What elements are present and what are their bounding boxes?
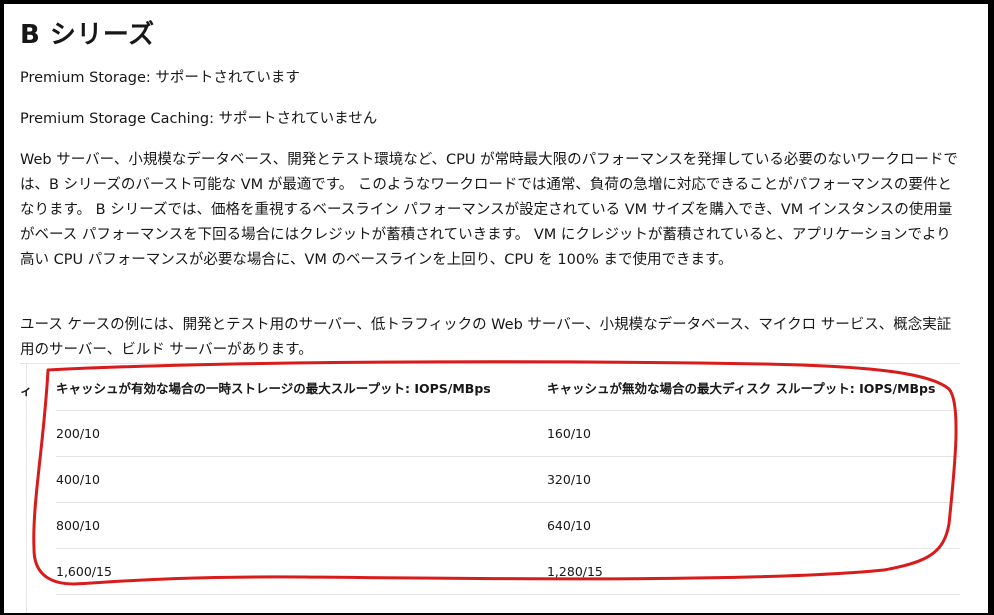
table-left-cut-column: ィ [20,364,32,613]
table-row: 400/10 320/10 [56,456,960,503]
header-uncached-throughput: キャッシュが無効な場合の最大ディスク スループット: IOPS/MBps [546,364,960,411]
table-row: 200/10 160/10 [56,410,960,457]
table-cell: 320/10 [546,456,960,503]
vm-size-table: キャッシュが有効な場合の一時ストレージの最大スループット: IOPS/MBps … [56,364,960,595]
table-header-row: キャッシュが有効な場合の一時ストレージの最大スループット: IOPS/MBps … [56,364,960,411]
table-row: 1,600/15 1,280/15 [56,548,960,595]
table-cell: 800/10 [56,502,547,549]
premium-storage-line: Premium Storage: サポートされています [20,70,300,86]
table-cell: 1,280/15 [546,548,960,595]
table-row: 800/10 640/10 [56,502,960,549]
series-description: Web サーバー、小規模なデータベース、開発とテスト環境など、CPU が常時最大… [20,152,958,268]
table-cell: 640/10 [546,502,960,549]
table-cell: 160/10 [546,410,960,457]
table-cell: 200/10 [56,410,547,457]
table-cell: 400/10 [56,456,547,503]
vm-size-table-container[interactable]: ィ キャッシュが有効な場合の一時ストレージの最大スループット: IOPS/MBp… [20,363,960,613]
premium-storage-caching-line: Premium Storage Caching: サポートされていません [20,111,378,127]
document-frame: B シリーズ Premium Storage: サポートされています Premi… [4,4,988,613]
use-cases-paragraph: ユース ケースの例には、開発とテスト用のサーバー、低トラフィックの Web サー… [20,317,952,358]
table-cell: 1,600/15 [56,548,547,595]
header-cached-throughput: キャッシュが有効な場合の一時ストレージの最大スループット: IOPS/MBps [56,364,547,411]
page-title: B シリーズ [20,20,155,50]
left-cut-header: ィ [20,384,33,398]
